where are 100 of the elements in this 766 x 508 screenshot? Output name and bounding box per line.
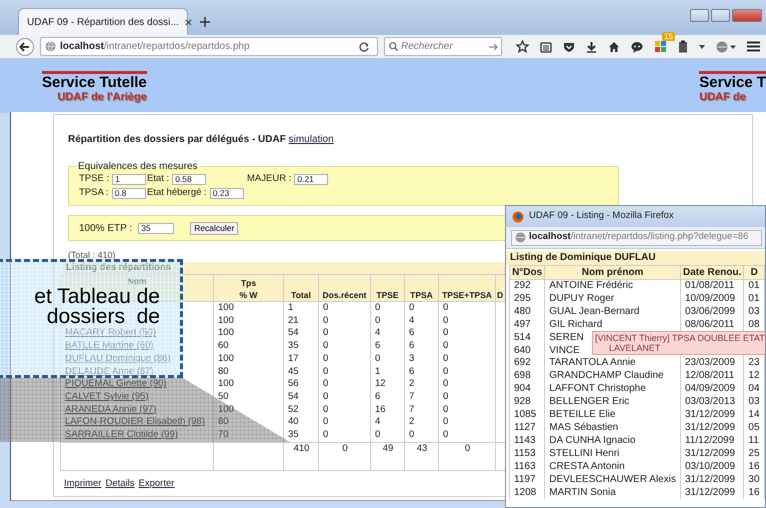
address-field[interactable]: localhost/intranet/repartdos/listing.php?delegue=86 — [511, 230, 762, 246]
column-header: Total — [284, 274, 318, 302]
table-cell: 21 — [284, 314, 318, 328]
caret-icon[interactable] — [699, 44, 705, 48]
table-cell: 100 — [214, 327, 284, 340]
table-cell: 23/03/2009 — [680, 357, 744, 370]
input-field[interactable]: 0.21 — [294, 174, 328, 185]
table-cell: 16 — [744, 460, 764, 474]
close-icon[interactable] — [184, 18, 192, 26]
table-cell: 03/06/2099 — [680, 306, 744, 319]
input-field[interactable]: 0.8 — [112, 188, 146, 199]
column-header: Nom prénom — [544, 266, 680, 280]
table-cell: 2 — [404, 378, 438, 391]
table-cell: BETEILLE Elie — [544, 409, 680, 422]
table-cell: 0 — [438, 378, 496, 391]
puzzle-icon[interactable] — [654, 40, 667, 53]
table-cell: 0 — [318, 429, 370, 442]
table-cell: 4 — [370, 327, 404, 340]
table-cell: 0 — [370, 352, 404, 366]
table-cell: 03 — [744, 306, 764, 319]
table-cell: 31/12/2099 — [680, 486, 744, 500]
shield-icon[interactable] — [563, 40, 575, 52]
delegate-link[interactable]: LAFON-ROUDIER Elisabeth (98) — [65, 416, 205, 428]
total-cell: 0 — [318, 442, 370, 470]
chat-icon[interactable] — [631, 40, 643, 52]
table-cell: 0 — [318, 340, 370, 353]
input-field[interactable]: 1 — [112, 174, 146, 185]
total-text: (Total : 410) — [68, 250, 116, 260]
table-cell: 45 — [284, 366, 318, 378]
input-field[interactable]: 0.23 — [210, 188, 244, 199]
star-icon[interactable] — [516, 40, 529, 53]
clipboard-icon[interactable] — [678, 40, 688, 53]
table-cell: 0 — [438, 390, 496, 404]
logo-subtitle: UDAF de l'Ariège — [57, 91, 147, 103]
footer-link[interactable]: Details — [105, 476, 135, 491]
table-cell: 0 — [318, 352, 370, 366]
menu-icon[interactable] — [747, 41, 760, 52]
table-cell: TARANTOLA Annie — [544, 357, 680, 370]
table-cell: 0 — [438, 302, 496, 315]
table-cell: 0 — [404, 302, 438, 315]
reload-icon[interactable] — [359, 42, 369, 52]
field-label: Etat : — [147, 172, 170, 186]
table-cell: 0 — [370, 429, 404, 442]
table-cell: 0 — [438, 404, 496, 416]
globe-icon — [515, 232, 526, 243]
table-cell: 1208 — [510, 486, 545, 500]
logo-subtitle: UDAF de — [699, 91, 746, 103]
tab-title: UDAF 09 - Répartition des dossi... — [27, 16, 179, 30]
maximize-button[interactable] — [711, 9, 730, 22]
table-cell: 11 — [744, 434, 764, 448]
delegate-link[interactable]: PIQUEMAL Ginette (90) — [65, 378, 167, 390]
home-icon[interactable] — [608, 40, 620, 52]
minimize-button[interactable] — [690, 9, 709, 22]
table-cell: 1197 — [510, 474, 545, 486]
address-text: localhost/intranet/repartdos/listing.php?delegue=86 — [529, 230, 748, 244]
delegate-link[interactable]: CALVET Sylvie (95) — [65, 390, 149, 402]
table-cell: 1153 — [510, 448, 545, 461]
callout-text: et Tableau de — [34, 287, 160, 307]
delegate-link[interactable]: SARRAILLER Clotilde (99) — [65, 429, 178, 440]
table-cell: 7 — [404, 390, 438, 404]
field-label: Etat hébergé : — [147, 186, 207, 200]
table-cell: 11/12/2099 — [680, 434, 744, 448]
table-cell: 295 — [510, 292, 545, 306]
table-cell: 0 — [318, 366, 370, 378]
table-cell: 292 — [510, 280, 545, 293]
footer-link[interactable]: Imprimer — [64, 476, 102, 491]
new-tab-icon[interactable] — [200, 17, 210, 27]
table-cell: 03/10/2009 — [680, 460, 744, 474]
input-field[interactable]: 0.58 — [172, 174, 206, 185]
table-cell: GRANDCHAMP Claudine — [544, 370, 680, 384]
logo-title: Service T — [699, 74, 766, 91]
footer-link[interactable]: Exporter — [138, 476, 174, 491]
table-cell: 03 — [744, 396, 764, 410]
column-header: TPSE+TPSA — [438, 274, 496, 302]
table-cell: GUAL Jean-Bernard — [544, 306, 680, 319]
search-field[interactable]: Rechercher — [384, 37, 502, 56]
download-icon[interactable] — [586, 40, 597, 52]
recalculate-button[interactable]: Recalculer — [190, 222, 238, 234]
delegate-link[interactable]: ARANEDA Annie (97) — [65, 404, 156, 415]
globe-menu-icon[interactable] — [716, 40, 736, 52]
table-cell: 0 — [438, 429, 496, 442]
input-field[interactable]: 35 — [138, 222, 174, 234]
table-cell: 10/09/2009 — [680, 292, 744, 306]
search-input[interactable]: Rechercher — [401, 39, 486, 54]
address-field[interactable]: localhost/intranet/repartdos/repartdos.php — [40, 37, 378, 56]
simulation-link[interactable]: simulation — [288, 134, 334, 145]
table-cell: 6 — [404, 366, 438, 378]
back-icon[interactable] — [16, 38, 34, 56]
reading-list-icon[interactable] — [540, 40, 552, 52]
table-cell: 6 — [370, 390, 404, 404]
table-cell: 54 — [284, 390, 318, 404]
table-cell: 0 — [438, 416, 496, 430]
table-cell: 514 — [510, 332, 545, 345]
notification-badge: 15 — [662, 32, 675, 42]
table-cell: 480 — [510, 306, 545, 319]
table-cell: 100 — [214, 314, 284, 328]
column-header: Tps % W — [214, 274, 284, 302]
table-cell: 1 — [284, 302, 318, 315]
table-cell: 928 — [510, 396, 545, 410]
logo-bar — [699, 71, 766, 74]
